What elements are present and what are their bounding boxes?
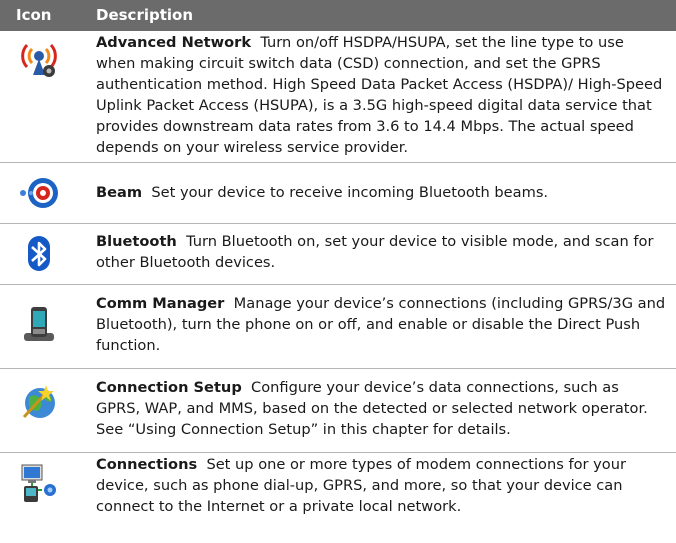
- table-header: Icon Description: [0, 0, 676, 31]
- row-description: Connections Set up one or more types of …: [96, 454, 666, 517]
- connections-icon: [18, 462, 60, 504]
- row-description: Comm Manager Manage your device’s connec…: [96, 293, 666, 356]
- row-text: Set your device to receive incoming Blue…: [151, 184, 549, 201]
- row-description: Bluetooth Turn Bluetooth on, set your de…: [96, 231, 666, 273]
- beam-icon: [18, 172, 60, 214]
- row-description: Advanced Network Turn on/off HSDPA/HSUPA…: [96, 32, 666, 158]
- row-text: Turn Bluetooth on, set your device to vi…: [96, 233, 654, 271]
- table-row: Advanced Network Turn on/off HSDPA/HSUPA…: [0, 31, 676, 163]
- table-row: Beam Set your device to receive incoming…: [0, 163, 676, 224]
- settings-table: Icon Description Advanced Network Turn o…: [0, 0, 676, 543]
- row-title: Advanced Network: [96, 34, 252, 51]
- row-text: Turn on/off HSDPA/HSUPA, set the line ty…: [96, 34, 663, 156]
- row-description: Beam Set your device to receive incoming…: [96, 182, 666, 203]
- icon-column-header: Icon: [16, 6, 52, 24]
- comm-manager-icon: [18, 303, 60, 345]
- row-description: Connection Setup Configure your device’s…: [96, 377, 666, 440]
- table-row: Connections Set up one or more types of …: [0, 453, 676, 543]
- row-title: Bluetooth: [96, 233, 177, 250]
- table-row: Comm Manager Manage your device’s connec…: [0, 285, 676, 369]
- row-title: Connections: [96, 456, 198, 473]
- row-title: Comm Manager: [96, 295, 225, 312]
- table-row: Connection Setup Configure your device’s…: [0, 369, 676, 453]
- row-title: Connection Setup: [96, 379, 242, 396]
- row-title: Beam: [96, 184, 143, 201]
- description-column-header: Description: [96, 6, 194, 24]
- advanced-network-icon: [18, 37, 60, 79]
- bluetooth-icon: [18, 233, 60, 275]
- table-row: Bluetooth Turn Bluetooth on, set your de…: [0, 224, 676, 285]
- connection-setup-icon: [18, 381, 60, 423]
